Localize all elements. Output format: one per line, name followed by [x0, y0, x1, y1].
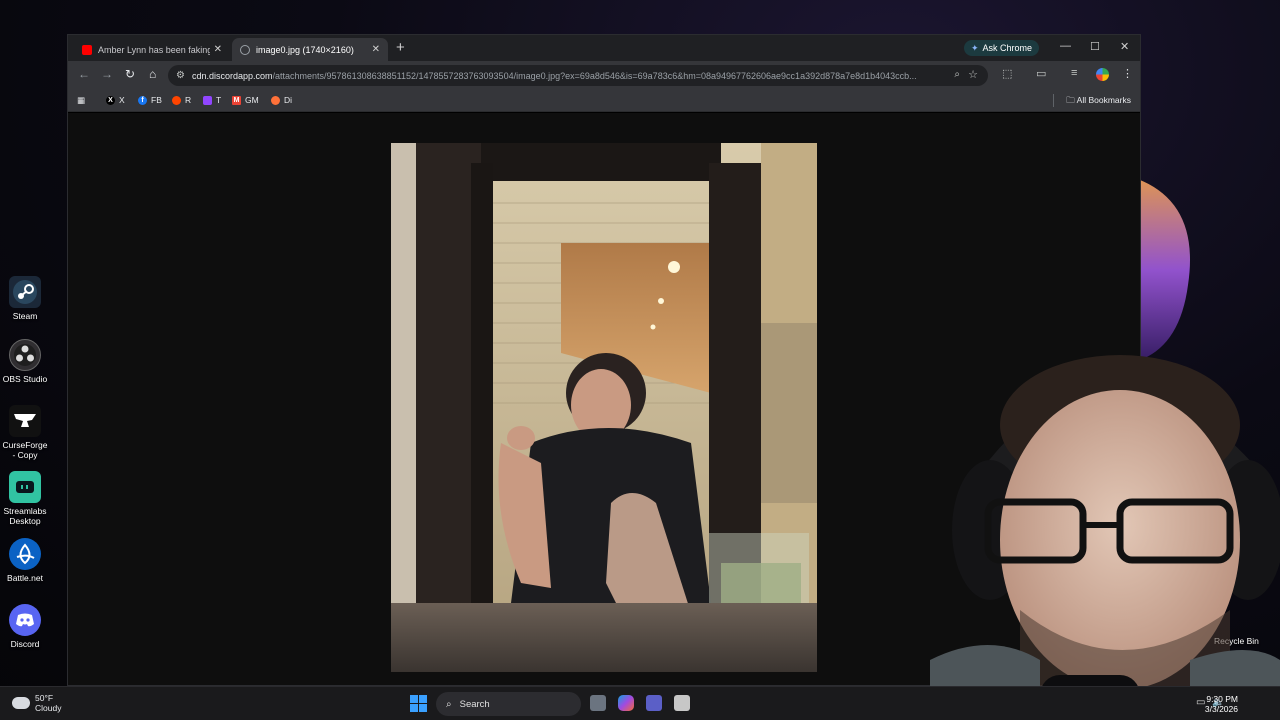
bookmark-label: T [216, 95, 222, 105]
start-button[interactable] [410, 695, 427, 712]
menu-icon[interactable]: ⋮ [1122, 67, 1133, 80]
toolbar: ← → ↻ ⌂ ⚙ cdn.discordapp.com/attachments… [68, 61, 1140, 90]
webcam-overlay [930, 330, 1280, 720]
url-path: /attachments/957861308638851152/14785572… [272, 70, 917, 81]
x-icon: X [106, 95, 115, 105]
sparkle-icon: ✦ [971, 42, 979, 53]
reload-button[interactable]: ↻ [125, 67, 135, 81]
maximize-button[interactable]: ☐ [1090, 40, 1100, 53]
close-window-button[interactable]: ✕ [1120, 40, 1129, 53]
desktop-icon-label: Steam [12, 311, 38, 321]
taskbar: 50°F Cloudy ⌕ Search ▭ 🔈 9:30 PM 3/3/202… [0, 686, 1280, 720]
profile-avatar[interactable] [1096, 68, 1109, 81]
weather-condition: Cloudy [35, 703, 62, 713]
desktop-icon-label: Battle.net [7, 573, 43, 583]
task-view-icon[interactable] [590, 695, 606, 711]
twitch-icon [203, 95, 212, 105]
streamlabs-icon [9, 471, 41, 503]
ask-chrome-button[interactable]: ✦ Ask Chrome [964, 40, 1040, 56]
back-button[interactable]: ← [78, 67, 90, 81]
desktop-icon-battlenet[interactable]: Battle.net [2, 538, 48, 583]
media-icon[interactable]: ≡ [1071, 67, 1077, 79]
extensions-icon[interactable]: ⬚ [1002, 67, 1012, 80]
desktop-icon-label: Streamlabs Desktop [3, 506, 47, 526]
copilot-icon[interactable] [618, 695, 634, 711]
taskbar-search[interactable]: ⌕ Search [436, 692, 581, 716]
desktop-icon-label: CurseForge - Copy [2, 440, 48, 460]
clock[interactable]: 9:30 PM 3/3/2026 [1205, 694, 1238, 714]
gmail-icon: M [232, 95, 241, 105]
tab-youtube[interactable]: Amber Lynn has been faking he ✕ [74, 38, 230, 61]
all-bookmarks-label: All Bookmarks [1076, 95, 1131, 105]
search-icon: ⌕ [446, 698, 452, 710]
desktop-icon-streamlabs[interactable]: Streamlabs Desktop [2, 471, 48, 526]
bookmark-star-icon[interactable]: ☆ [968, 68, 978, 81]
store-icon[interactable] [674, 695, 690, 711]
url-host: cdn.discordapp.com [191, 70, 273, 81]
address-bar[interactable]: ⚙ cdn.discordapp.com/attachments/9578613… [168, 65, 988, 86]
tab-image[interactable]: image0.jpg (1740×2160) ✕ [232, 38, 388, 61]
search-label: Search [459, 698, 490, 710]
minimize-button[interactable]: — [1060, 40, 1071, 52]
weather-temp: 50°F [35, 693, 54, 703]
bookmark-gm[interactable]: M GM [232, 95, 259, 105]
discord-icon [9, 604, 41, 636]
tab-strip: Amber Lynn has been faking he ✕ image0.j… [68, 35, 1140, 61]
desktop-icon-label: OBS Studio [2, 374, 48, 384]
clock-time: 9:30 PM [1206, 694, 1238, 704]
bookmark-label: Di [284, 95, 293, 105]
bookmarks-bar: ▦ XX f FB R T M GM Di 🗀 All Bookmarks [68, 90, 1140, 112]
facebook-icon: f [138, 95, 147, 105]
youtube-icon [82, 44, 92, 55]
bookmark-label: GM [245, 95, 259, 105]
bookmark-label: R [185, 95, 192, 105]
teams-icon[interactable] [646, 695, 662, 711]
bookmark-fb[interactable]: f FB [138, 95, 162, 105]
desktop-icon-curseforge[interactable]: CurseForge - Copy [2, 405, 48, 460]
close-icon[interactable]: ✕ [372, 44, 380, 55]
all-bookmarks-button[interactable]: 🗀 All Bookmarks [1066, 95, 1131, 109]
cast-icon[interactable]: ▭ [1036, 67, 1046, 80]
folder-icon: 🗀 [1066, 95, 1075, 105]
bookmark-label: X [119, 95, 125, 105]
desktop-icon-discord[interactable]: Discord [2, 604, 48, 649]
webcam-illustration [930, 355, 1280, 720]
photo-illustration [391, 143, 817, 672]
bookmark-t[interactable]: T [203, 95, 221, 105]
new-tab-button[interactable]: + [396, 39, 405, 56]
bookmark-label: FB [151, 95, 162, 105]
obs-icon [9, 339, 41, 371]
displayed-image[interactable] [391, 143, 817, 672]
reddit-icon [172, 95, 181, 105]
tab-title: image0.jpg (1740×2160) [256, 44, 354, 55]
home-button[interactable]: ⌂ [149, 67, 156, 81]
steam-icon [9, 276, 41, 308]
cloud-icon [12, 697, 30, 709]
desktop-icon-steam[interactable]: Steam [2, 276, 48, 321]
bookmark-r[interactable]: R [172, 95, 191, 105]
tab-title: Amber Lynn has been faking he [98, 44, 210, 55]
desktop-icon-obs[interactable]: OBS Studio [2, 339, 48, 384]
site-info-icon[interactable]: ⚙ [176, 70, 185, 81]
apps-icon[interactable]: ▦ [77, 95, 85, 106]
desktop-icon-label: Discord [10, 639, 40, 649]
zoom-icon[interactable]: ⌕ [954, 69, 960, 80]
clock-date: 3/3/2026 [1204, 704, 1238, 714]
forward-button[interactable]: → [101, 67, 113, 81]
curseforge-icon [9, 405, 41, 437]
close-icon[interactable]: ✕ [214, 44, 222, 55]
globe-icon [240, 44, 250, 55]
bookmark-di[interactable]: Di [271, 95, 292, 105]
weather-widget[interactable]: 50°F Cloudy [12, 693, 61, 713]
firefox-icon [271, 95, 280, 105]
bookmark-x[interactable]: XX [106, 95, 125, 105]
ask-chrome-label: Ask Chrome [982, 43, 1033, 53]
battlenet-icon [9, 538, 41, 570]
